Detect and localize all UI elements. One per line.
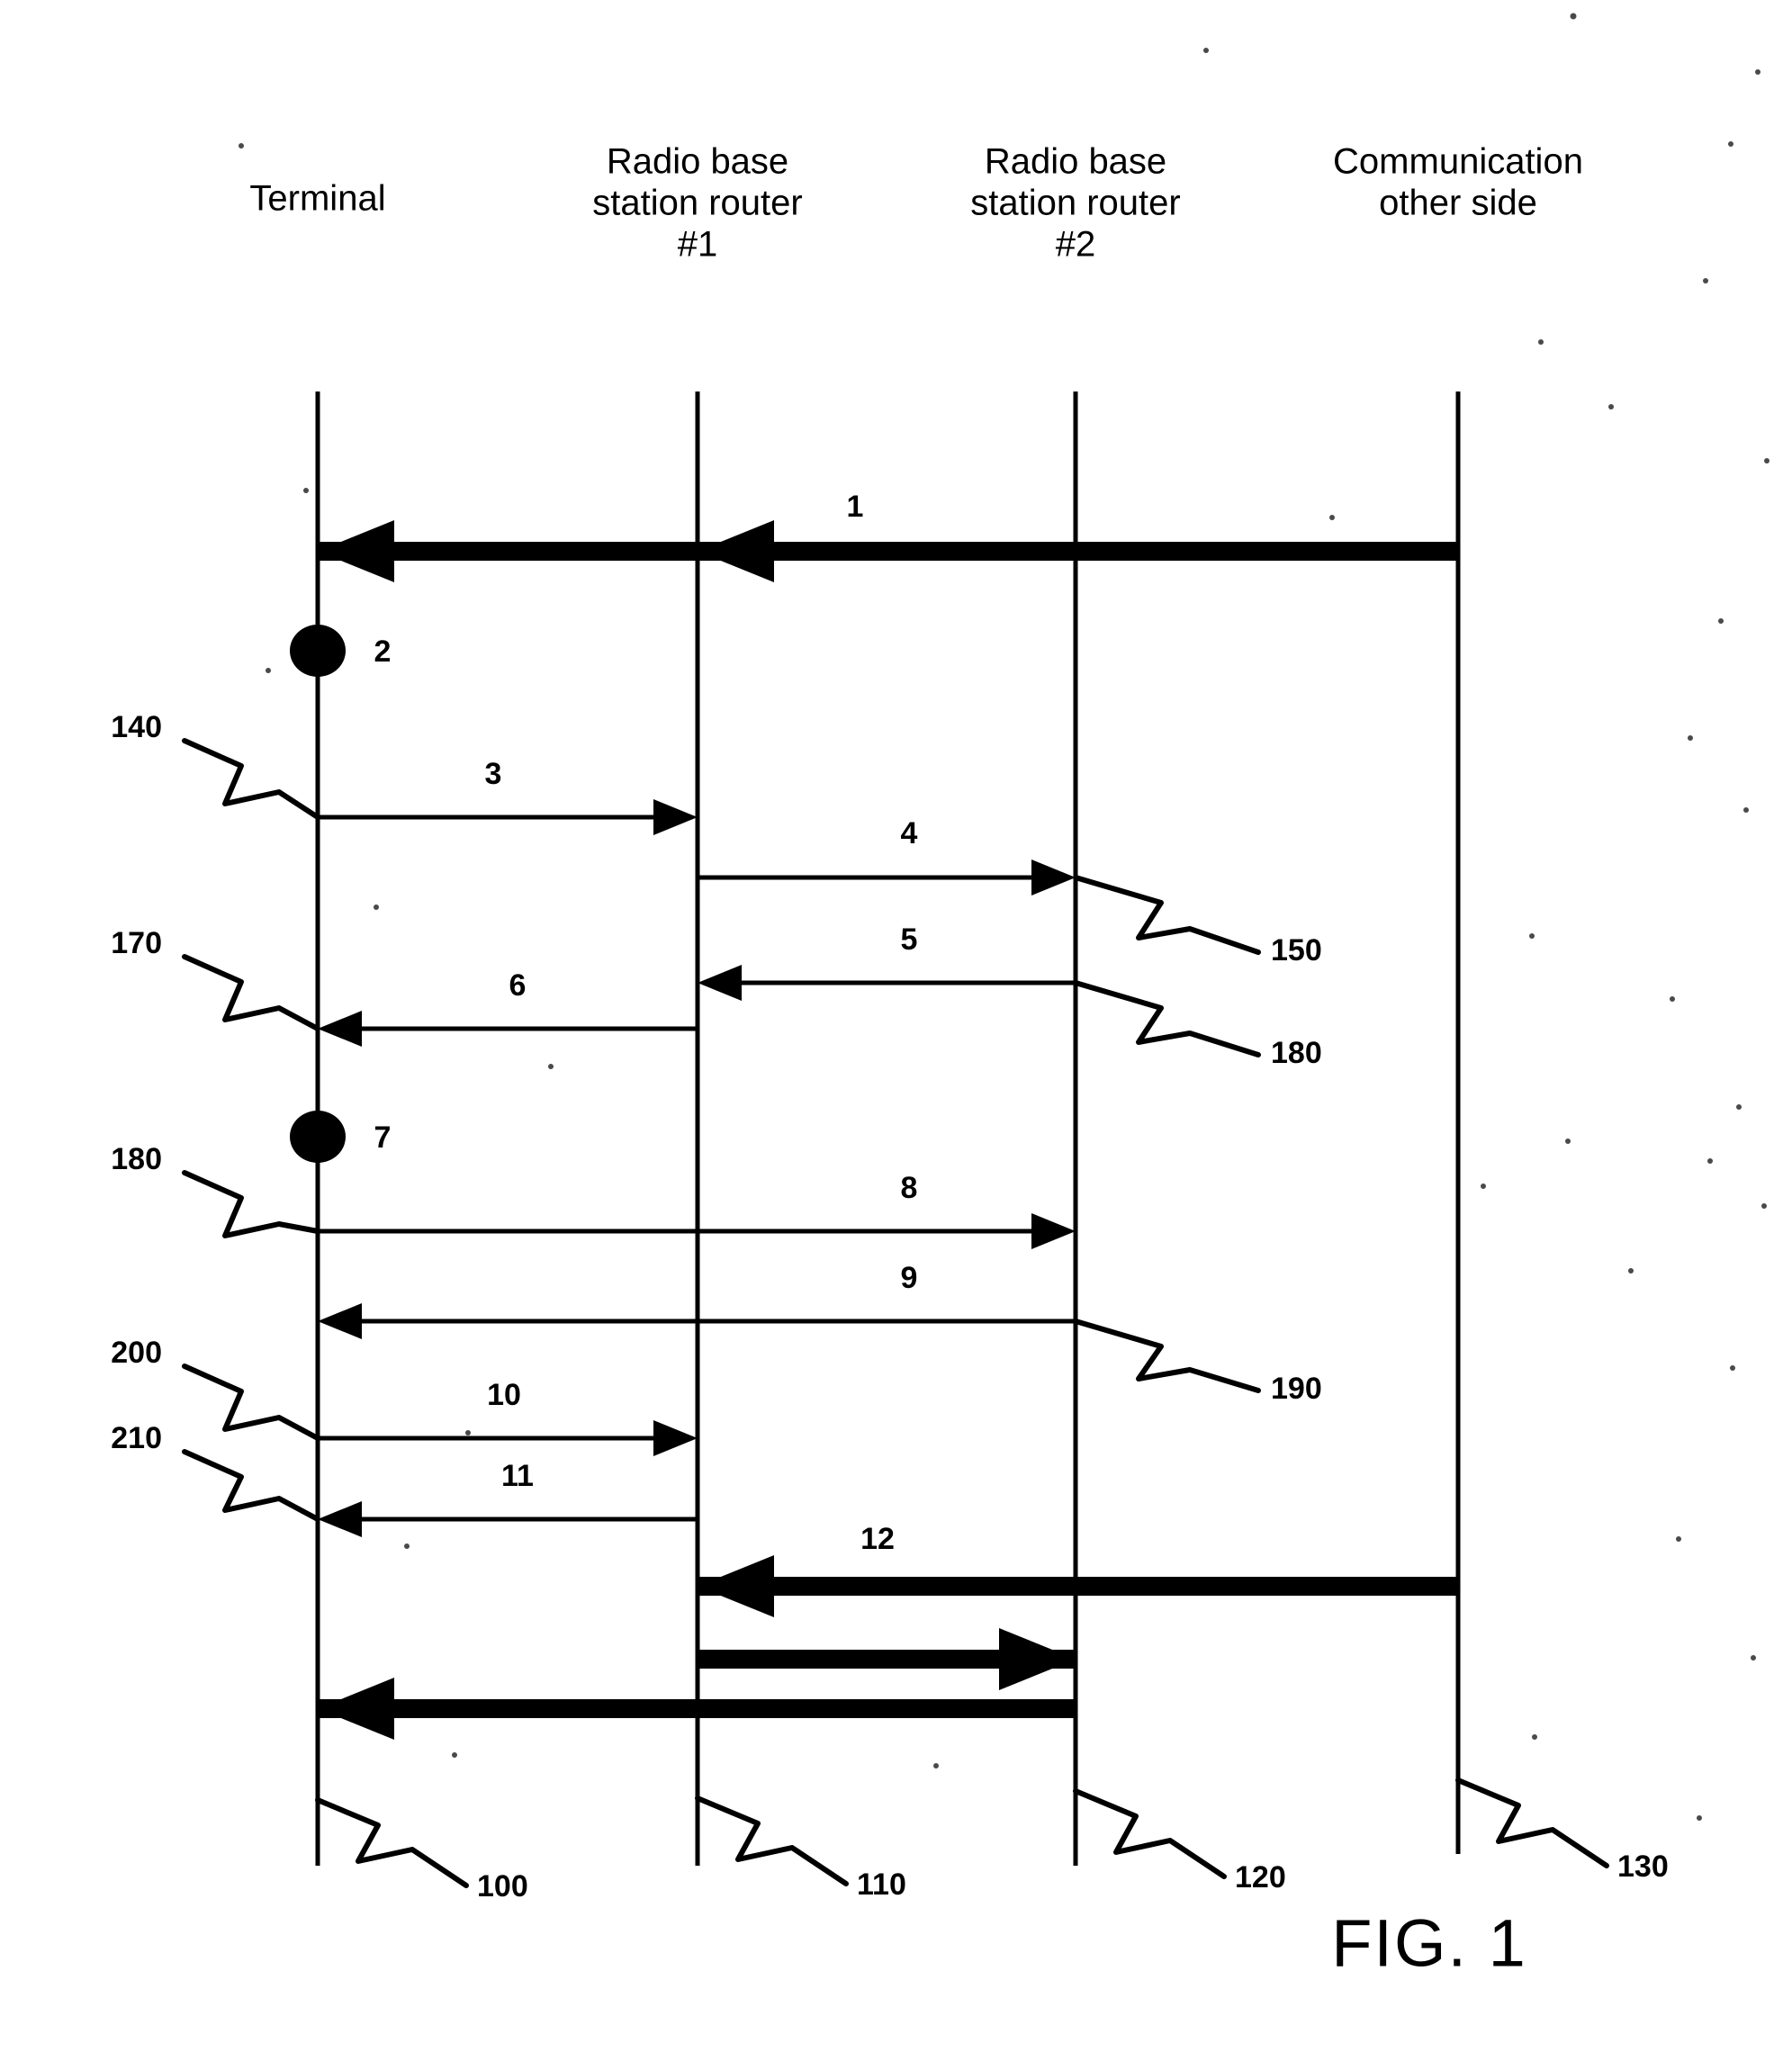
callout-110-label: 110 xyxy=(857,1868,906,1902)
patent-figure-fig-1: Terminal Radio base station router #1 Ra… xyxy=(0,0,1792,2070)
message-8-number: 8 xyxy=(901,1171,918,1205)
message-1-shaft xyxy=(318,542,1458,561)
actor-label-terminal-line-1: Terminal xyxy=(249,179,385,219)
actor-label-bsr2-line-3: #2 xyxy=(1056,225,1096,265)
message-1-number: 1 xyxy=(847,490,864,524)
callout-180-right-label: 180 xyxy=(1271,1036,1322,1070)
actor-label-bsr2-line-1: Radio base xyxy=(985,142,1166,182)
callout-180-left-label: 180 xyxy=(111,1142,162,1176)
callout-140-label: 140 xyxy=(111,710,162,744)
actor-label-bsr1-line-3: #1 xyxy=(678,225,718,265)
message-10-number: 10 xyxy=(487,1378,521,1412)
event-dot-2-number: 2 xyxy=(374,634,392,669)
callout-120-label: 120 xyxy=(1235,1860,1286,1894)
event-dot-2-marker xyxy=(290,625,346,677)
message-11-number: 11 xyxy=(501,1459,534,1493)
callout-200-label: 200 xyxy=(111,1336,162,1370)
actor-label-other-side-line-2: other side xyxy=(1379,184,1537,223)
message-12-number: 12 xyxy=(860,1522,895,1556)
message-5-number: 5 xyxy=(901,922,918,957)
message-bold-bsr2-to-terminal-shaft xyxy=(318,1699,1076,1718)
actor-header-terminal: Terminal xyxy=(249,179,385,219)
message-12-shaft xyxy=(698,1577,1458,1596)
callout-150-label: 150 xyxy=(1271,933,1322,968)
figure-caption: FIG. 1 xyxy=(1331,1906,1527,1981)
callout-100-label: 100 xyxy=(477,1869,528,1904)
event-dot-7-number: 7 xyxy=(374,1120,392,1155)
actor-label-bsr1-line-2: station router xyxy=(592,184,802,223)
message-9-number: 9 xyxy=(901,1261,918,1295)
message-6-number: 6 xyxy=(509,968,527,1003)
actor-label-bsr2-line-2: station router xyxy=(970,184,1180,223)
actor-label-other-side-line-1: Communication xyxy=(1333,142,1583,182)
message-3-number: 3 xyxy=(485,757,502,791)
message-4-number: 4 xyxy=(901,816,918,850)
sequence-diagram-canvas: Terminal Radio base station router #1 Ra… xyxy=(0,0,1792,2070)
callout-210-label: 210 xyxy=(111,1421,162,1455)
event-dot-7-marker xyxy=(290,1111,346,1163)
callout-130-label: 130 xyxy=(1617,1850,1669,1884)
callout-190-label: 190 xyxy=(1271,1372,1322,1406)
actor-label-bsr1-line-1: Radio base xyxy=(607,142,788,182)
figure-background xyxy=(0,0,1792,2070)
callout-170-label: 170 xyxy=(111,926,162,960)
